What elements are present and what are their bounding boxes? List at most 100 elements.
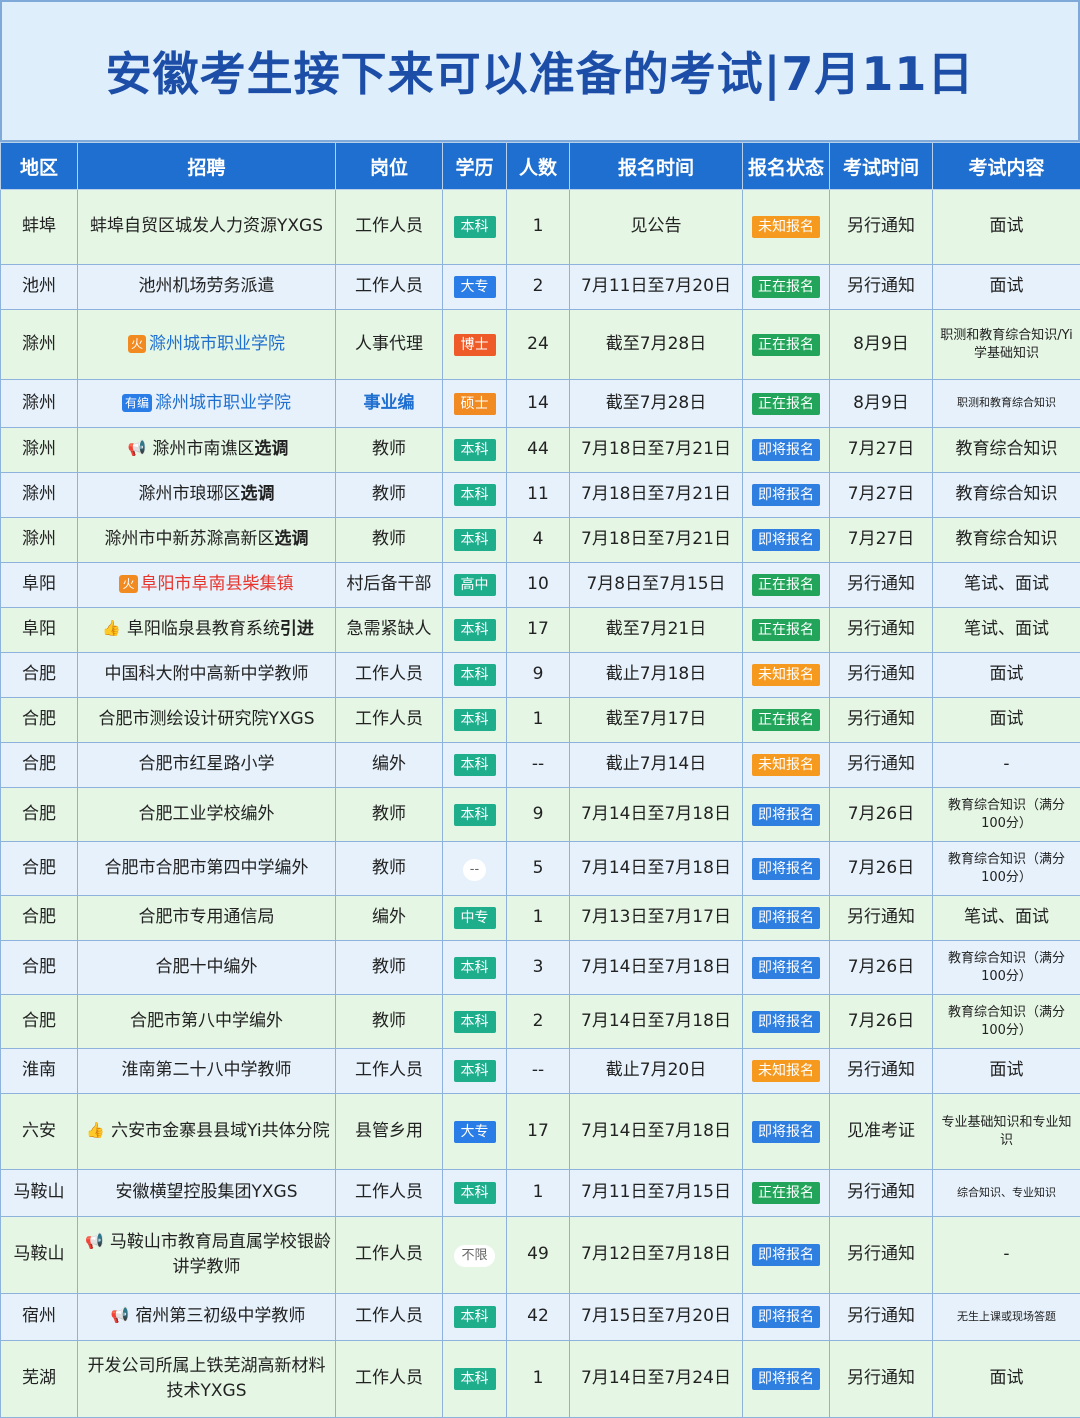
cell-recruiter[interactable]: 👍阜阳临泉县教育系统引进 bbox=[78, 608, 336, 653]
recruiter-name: 六安市金寨县县域Yi共体分院 bbox=[111, 1121, 330, 1141]
cell-position: 工作人员 bbox=[336, 1049, 443, 1094]
cell-recruiter[interactable]: 合肥市合肥市第四中学编外 bbox=[78, 842, 336, 896]
cell-position: 工作人员 bbox=[336, 1294, 443, 1341]
header-exam-time: 考试时间 bbox=[830, 143, 933, 190]
cell-exam-content: 教育综合知识（满分100分） bbox=[933, 995, 1080, 1049]
cell-count: -- bbox=[507, 1049, 570, 1094]
cell-region: 马鞍山 bbox=[1, 1217, 78, 1294]
cell-count: 1 bbox=[507, 698, 570, 743]
recruiter-name: 滁州城市职业学院 bbox=[149, 334, 285, 354]
table-row: 阜阳👍阜阳临泉县教育系统引进急需紧缺人本科17截至7月21日正在报名另行通知笔试… bbox=[1, 608, 1080, 653]
cell-registration-time: 7月14日至7月18日 bbox=[570, 788, 743, 842]
cell-recruiter[interactable]: 池州机场劳务派遣 bbox=[78, 265, 336, 310]
cell-recruiter[interactable]: 合肥市专用通信局 bbox=[78, 896, 336, 941]
cell-exam-content: 综合知识、专业知识 bbox=[933, 1170, 1080, 1217]
cell-exam-time: 7月26日 bbox=[830, 995, 933, 1049]
cell-education: 本科 bbox=[443, 1049, 507, 1094]
cell-registration-time: 截至7月28日 bbox=[570, 310, 743, 380]
cell-exam-time: 另行通知 bbox=[830, 698, 933, 743]
recruit-tag-icon: 👍 bbox=[83, 1121, 108, 1139]
cell-position: 工作人员 bbox=[336, 1217, 443, 1294]
table-header-row: 地区 招聘 岗位 学历 人数 报名时间 报名状态 考试时间 考试内容 bbox=[1, 143, 1080, 190]
cell-recruiter[interactable]: 合肥市第八中学编外 bbox=[78, 995, 336, 1049]
recruit-type-label: 选调 bbox=[275, 529, 309, 549]
cell-registration-time: 截止7月18日 bbox=[570, 653, 743, 698]
table-row: 芜湖开发公司所属上铁芜湖高新材料技术YXGS工作人员本科17月14日至7月24日… bbox=[1, 1341, 1080, 1418]
cell-recruiter[interactable]: 合肥市测绘设计研究院YXGS bbox=[78, 698, 336, 743]
cell-region: 合肥 bbox=[1, 653, 78, 698]
cell-registration-time: 截至7月21日 bbox=[570, 608, 743, 653]
cell-recruiter[interactable]: 📢马鞍山市教育局直属学校银龄讲学教师 bbox=[78, 1217, 336, 1294]
table-row: 滁州📢滁州市南谯区选调教师本科447月18日至7月21日即将报名7月27日教育综… bbox=[1, 428, 1080, 473]
table-row: 合肥合肥工业学校编外教师本科97月14日至7月18日即将报名7月26日教育综合知… bbox=[1, 788, 1080, 842]
cell-recruiter[interactable]: 蚌埠自贸区城发人力资源YXGS bbox=[78, 190, 336, 265]
cell-count: 1 bbox=[507, 896, 570, 941]
cell-exam-content: 笔试、面试 bbox=[933, 896, 1080, 941]
cell-registration-status: 即将报名 bbox=[743, 896, 830, 941]
cell-position: 急需紧缺人 bbox=[336, 608, 443, 653]
cell-position: 教师 bbox=[336, 473, 443, 518]
cell-recruiter[interactable]: 滁州市中新苏滁高新区选调 bbox=[78, 518, 336, 563]
cell-count: 9 bbox=[507, 653, 570, 698]
cell-registration-status: 即将报名 bbox=[743, 842, 830, 896]
cell-registration-time: 7月8日至7月15日 bbox=[570, 563, 743, 608]
recruiter-name: 中国科大附中高新中学教师 bbox=[105, 664, 309, 684]
cell-recruiter[interactable]: 开发公司所属上铁芜湖高新材料技术YXGS bbox=[78, 1341, 336, 1418]
recruiter-name: 马鞍山市教育局直属学校银龄讲学教师 bbox=[110, 1232, 331, 1278]
cell-education: 本科 bbox=[443, 428, 507, 473]
status-badge: 即将报名 bbox=[752, 484, 820, 506]
education-badge: 本科 bbox=[454, 1011, 496, 1033]
cell-registration-time: 7月13日至7月17日 bbox=[570, 896, 743, 941]
cell-exam-time: 另行通知 bbox=[830, 653, 933, 698]
header-education: 学历 bbox=[443, 143, 507, 190]
cell-registration-status: 即将报名 bbox=[743, 518, 830, 563]
status-badge: 正在报名 bbox=[752, 619, 820, 641]
recruit-tag-icon: 火 bbox=[119, 575, 137, 593]
cell-count: 1 bbox=[507, 190, 570, 265]
cell-recruiter[interactable]: 📢宿州第三初级中学教师 bbox=[78, 1294, 336, 1341]
cell-registration-status: 即将报名 bbox=[743, 428, 830, 473]
cell-recruiter[interactable]: 合肥十中编外 bbox=[78, 941, 336, 995]
cell-exam-content: - bbox=[933, 743, 1080, 788]
education-badge: 本科 bbox=[454, 1182, 496, 1204]
education-badge: 本科 bbox=[454, 804, 496, 826]
cell-exam-content: 教育综合知识 bbox=[933, 473, 1080, 518]
cell-recruiter[interactable]: 安徽横望控股集团YXGS bbox=[78, 1170, 336, 1217]
recruit-type-label: 引进 bbox=[280, 619, 314, 639]
cell-exam-content: 无生上课或现场答题 bbox=[933, 1294, 1080, 1341]
cell-exam-time: 另行通知 bbox=[830, 1170, 933, 1217]
education-badge: 高中 bbox=[454, 574, 496, 596]
cell-recruiter[interactable]: 合肥市红星路小学 bbox=[78, 743, 336, 788]
cell-recruiter[interactable]: 中国科大附中高新中学教师 bbox=[78, 653, 336, 698]
cell-region: 六安 bbox=[1, 1094, 78, 1170]
cell-education: 本科 bbox=[443, 1341, 507, 1418]
cell-position: 工作人员 bbox=[336, 265, 443, 310]
cell-exam-time: 另行通知 bbox=[830, 1294, 933, 1341]
recruiter-name: 阜阳市阜南县柴集镇 bbox=[141, 574, 294, 594]
recruiter-name: 安徽横望控股集团YXGS bbox=[116, 1182, 298, 1202]
page: 安徽考生接下来可以准备的考试|7月11日 地区 招聘 岗位 学历 人数 报名时间… bbox=[0, 0, 1080, 1416]
cell-recruiter[interactable]: 火阜阳市阜南县柴集镇 bbox=[78, 563, 336, 608]
cell-exam-content: 面试 bbox=[933, 1049, 1080, 1094]
table-row: 合肥合肥市第八中学编外教师本科27月14日至7月18日即将报名7月26日教育综合… bbox=[1, 995, 1080, 1049]
cell-recruiter[interactable]: 📢滁州市南谯区选调 bbox=[78, 428, 336, 473]
cell-recruiter[interactable]: 滁州市琅琊区选调 bbox=[78, 473, 336, 518]
cell-recruiter[interactable]: 淮南第二十八中学教师 bbox=[78, 1049, 336, 1094]
cell-recruiter[interactable]: 合肥工业学校编外 bbox=[78, 788, 336, 842]
education-badge: 本科 bbox=[454, 1306, 496, 1328]
cell-recruiter[interactable]: 火滁州城市职业学院 bbox=[78, 310, 336, 380]
cell-exam-content: 职测和教育综合知识 bbox=[933, 380, 1080, 428]
cell-recruiter[interactable]: 有编滁州城市职业学院 bbox=[78, 380, 336, 428]
cell-position: 工作人员 bbox=[336, 698, 443, 743]
status-badge: 即将报名 bbox=[752, 804, 820, 826]
cell-education: 本科 bbox=[443, 995, 507, 1049]
recruit-tag-icon: 📢 bbox=[82, 1232, 107, 1250]
cell-count: 2 bbox=[507, 265, 570, 310]
cell-recruiter[interactable]: 👍六安市金寨县县域Yi共体分院 bbox=[78, 1094, 336, 1170]
header-exam-content: 考试内容 bbox=[933, 143, 1080, 190]
cell-education: 硕士 bbox=[443, 380, 507, 428]
status-badge: 即将报名 bbox=[752, 957, 820, 979]
cell-position: 县管乡用 bbox=[336, 1094, 443, 1170]
education-badge: 本科 bbox=[454, 1060, 496, 1082]
cell-position: 教师 bbox=[336, 788, 443, 842]
